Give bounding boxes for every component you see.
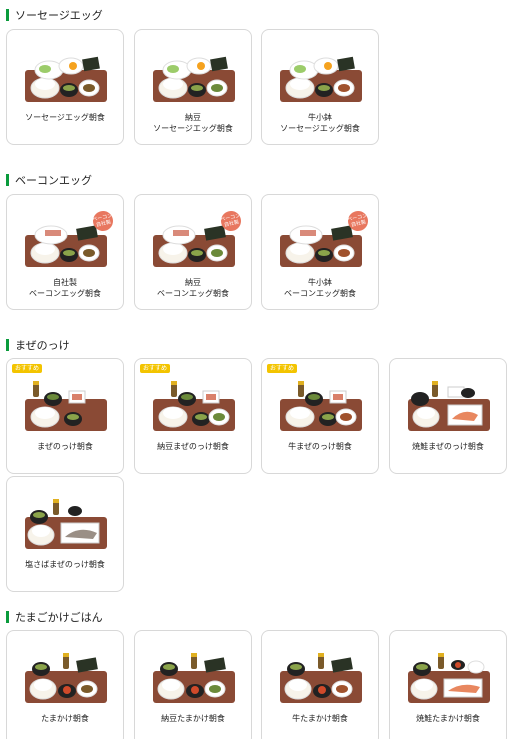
menu-item-label: まぜのっけ朝食: [37, 442, 93, 451]
menu-card-beef-sausage-egg[interactable]: 牛小鉢 ソーセージエッグ朝食: [261, 29, 379, 145]
breakfast-set-tray-icon: [25, 56, 107, 102]
menu-item-label: 焼鮭まぜのっけ朝食: [412, 442, 484, 451]
breakfast-set-tray-icon: [153, 653, 235, 703]
recommended-badge: おすすめ: [267, 364, 298, 373]
menu-item-label: 納豆まぜのっけ朝食: [157, 442, 229, 451]
breakfast-set-tray-icon: [25, 381, 107, 431]
menu-item-label: 自社製 ベーコンエッグ朝食: [29, 278, 101, 298]
menu-card-tamakake[interactable]: たまかけ朝食: [6, 630, 124, 739]
breakfast-set-tray-icon: [408, 653, 490, 703]
green-bar-icon: [6, 9, 9, 21]
menu-item-label: 塩さばまぜのっけ朝食: [25, 560, 105, 569]
menu-item-label: 牛まぜのっけ朝食: [288, 442, 352, 451]
menu-card-salmon-tamakake[interactable]: 焼鮭たまかけ朝食: [389, 630, 507, 739]
menu-card-beef-bacon-egg[interactable]: ベーコン 自社製 牛小鉢 ベーコンエッグ朝食: [261, 194, 379, 310]
recommended-badge: おすすめ: [140, 364, 171, 373]
menu-card-natto-mazenokke[interactable]: おすすめ 納豆まぜのっけ朝食: [134, 358, 252, 474]
menu-card-salmon-mazenokke[interactable]: 焼鮭まぜのっけ朝食: [389, 358, 507, 474]
menu-card-beef-mazenokke[interactable]: おすすめ 牛まぜのっけ朝食: [261, 358, 379, 474]
breakfast-set-tray-icon: [280, 381, 362, 431]
breakfast-set-tray-icon: [280, 653, 362, 703]
menu-item-label: 納豆たまかけ朝食: [161, 714, 225, 723]
menu-item-label: 牛小鉢 ベーコンエッグ朝食: [284, 278, 356, 298]
menu-card-bacon-egg[interactable]: ベーコン 自社製 自社製 ベーコンエッグ朝食: [6, 194, 124, 310]
green-bar-icon: [6, 174, 9, 186]
green-bar-icon: [6, 339, 9, 351]
menu-item-label: 牛小鉢 ソーセージエッグ朝食: [280, 113, 360, 133]
menu-item-label: 納豆 ベーコンエッグ朝食: [157, 278, 229, 298]
section-title-text: ソーセージエッグ: [15, 9, 103, 22]
breakfast-set-tray-icon: [408, 381, 490, 431]
section-title-sausage-egg: ソーセージエッグ: [6, 8, 103, 22]
green-bar-icon: [6, 611, 9, 623]
menu-item-label: 納豆 ソーセージエッグ朝食: [153, 113, 233, 133]
menu-card-natto-tamakake[interactable]: 納豆たまかけ朝食: [134, 630, 252, 739]
menu-card-sausage-egg[interactable]: ソーセージエッグ朝食: [6, 29, 124, 145]
menu-card-mazenokke[interactable]: おすすめ まぜのっけ朝食: [6, 358, 124, 474]
menu-card-mackerel-mazenokke[interactable]: 塩さばまぜのっけ朝食: [6, 476, 124, 592]
breakfast-set-tray-icon: [25, 653, 107, 703]
section-title-text: まぜのっけ: [15, 339, 70, 352]
menu-item-label: たまかけ朝食: [41, 714, 89, 723]
section-title-tamago-kake-gohan: たまごかけごはん: [6, 610, 103, 624]
menu-card-natto-bacon-egg[interactable]: ベーコン 自社製 納豆 ベーコンエッグ朝食: [134, 194, 252, 310]
menu-card-natto-sausage-egg[interactable]: 納豆 ソーセージエッグ朝食: [134, 29, 252, 145]
menu-card-beef-tamakake[interactable]: 牛たまかけ朝食: [261, 630, 379, 739]
breakfast-set-tray-icon: [280, 56, 362, 102]
breakfast-set-tray-icon: [153, 56, 235, 102]
section-title-mazenokke: まぜのっけ: [6, 338, 70, 352]
section-title-bacon-egg: ベーコンエッグ: [6, 173, 92, 187]
menu-item-label: 牛たまかけ朝食: [292, 714, 348, 723]
section-title-text: ベーコンエッグ: [15, 174, 92, 187]
breakfast-set-tray-icon: [25, 499, 107, 549]
breakfast-set-tray-icon: [153, 381, 235, 431]
menu-item-label: ソーセージエッグ朝食: [25, 113, 105, 122]
section-title-text: たまごかけごはん: [15, 611, 103, 624]
recommended-badge: おすすめ: [12, 364, 43, 373]
menu-item-label: 焼鮭たまかけ朝食: [416, 714, 480, 723]
